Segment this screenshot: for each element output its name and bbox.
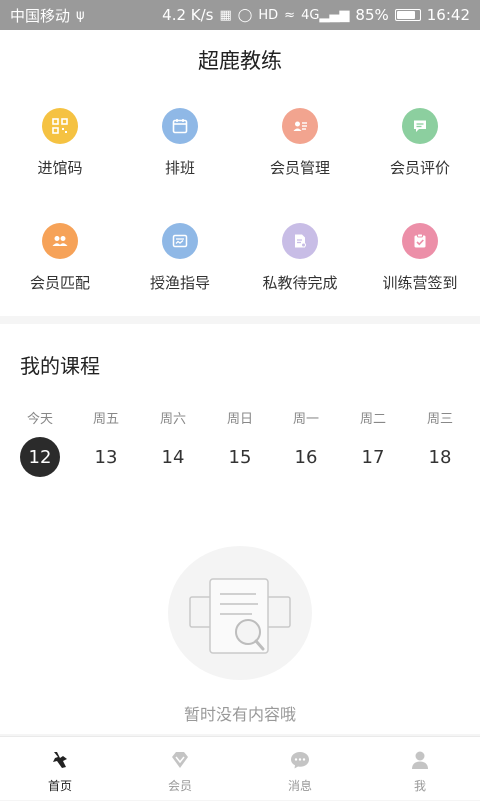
day-number: 14 xyxy=(161,446,185,468)
chat-icon xyxy=(291,752,309,769)
feature-label: 授渔指导 xyxy=(149,274,210,292)
status-bar: 中国移动 ψ 4.2 K/s ▦ ◯ HD ≈ 4G▂▄▆ 85% 16:42 xyxy=(0,0,480,30)
carrier-label: 中国移动 xyxy=(10,6,71,25)
battery-percent: 85% xyxy=(355,6,389,24)
day-name: 今天 xyxy=(26,412,53,427)
comment-icon xyxy=(402,108,438,144)
day-item[interactable]: 周六 14 xyxy=(143,408,203,477)
courses-panel: 我的课程 今天 12 周五 13 周六 14 周日 15 周一 16 周二 17… xyxy=(0,324,480,734)
hd-icon: HD xyxy=(258,7,279,23)
signal-icon: 4G▂▄▆ xyxy=(301,7,350,23)
feature-label: 排班 xyxy=(164,159,195,177)
empty-document-search-icon xyxy=(189,578,291,654)
page-title: 超鹿教练 xyxy=(198,49,282,73)
feature-pt-pending[interactable]: 私教待完成 xyxy=(240,223,360,293)
tab-home[interactable]: 首页 xyxy=(0,737,120,801)
day-item[interactable]: 周日 15 xyxy=(210,408,270,477)
tab-label: 消息 xyxy=(287,779,312,793)
usb-icon: ψ xyxy=(76,7,85,23)
feature-guidance[interactable]: 授渔指导 xyxy=(120,223,240,293)
tab-messages[interactable]: 消息 xyxy=(240,737,360,801)
bottom-tab-bar: 首页 会员 消息 我 xyxy=(0,736,480,800)
network-speed: 4.2 K/s xyxy=(162,6,214,24)
feature-label: 会员评价 xyxy=(389,159,450,177)
day-name: 周六 xyxy=(159,412,186,427)
alarm-icon: ◯ xyxy=(237,7,253,23)
feature-label: 会员管理 xyxy=(269,159,330,177)
calendar-icon xyxy=(162,108,198,144)
day-number: 17 xyxy=(361,446,385,468)
clock: 16:42 xyxy=(426,6,470,24)
tab-members[interactable]: 会员 xyxy=(120,737,240,801)
feature-panel: 超鹿教练 进馆码 排班 会员管理 会员评价 会员匹配 授渔指导 私教待完成 训练… xyxy=(0,30,480,316)
battery-icon xyxy=(394,9,421,21)
home-deer-icon xyxy=(53,752,67,768)
day-number: 18 xyxy=(428,446,452,468)
diamond-icon xyxy=(172,752,188,768)
day-number: 12 xyxy=(20,437,60,477)
day-number: 16 xyxy=(294,446,318,468)
qr-code-icon xyxy=(42,108,78,144)
person-icon xyxy=(412,751,428,769)
tab-label: 我 xyxy=(413,779,426,793)
day-name: 周三 xyxy=(426,412,453,427)
feature-schedule[interactable]: 排班 xyxy=(120,108,240,178)
document-icon xyxy=(282,223,318,259)
feature-member-review[interactable]: 会员评价 xyxy=(360,108,480,178)
day-item[interactable]: 周五 13 xyxy=(76,408,136,477)
wifi-icon: ≈ xyxy=(284,7,296,23)
member-card-icon xyxy=(282,108,318,144)
tab-profile[interactable]: 我 xyxy=(360,737,480,801)
feature-camp-checkin[interactable]: 训练营签到 xyxy=(360,223,480,293)
feature-label: 训练营签到 xyxy=(382,274,458,292)
day-item[interactable]: 周一 16 xyxy=(276,408,336,477)
day-name: 周日 xyxy=(226,412,253,427)
feature-member-match[interactable]: 会员匹配 xyxy=(0,223,120,293)
feature-entry-code[interactable]: 进馆码 xyxy=(0,108,120,178)
courses-title: 我的课程 xyxy=(20,354,100,378)
feature-member-management[interactable]: 会员管理 xyxy=(240,108,360,178)
day-name: 周一 xyxy=(292,412,319,427)
guide-card-icon xyxy=(162,223,198,259)
day-number: 15 xyxy=(228,446,252,468)
vibrate-icon: ▦ xyxy=(219,7,232,23)
users-icon xyxy=(42,223,78,259)
feature-label: 进馆码 xyxy=(37,159,83,177)
day-name: 周五 xyxy=(92,412,119,427)
feature-label: 私教待完成 xyxy=(262,274,338,292)
checkin-icon xyxy=(402,223,438,259)
day-number: 13 xyxy=(94,446,118,468)
tab-label: 会员 xyxy=(167,779,192,793)
day-name: 周二 xyxy=(359,412,386,427)
day-item[interactable]: 周二 17 xyxy=(343,408,403,477)
day-item-today[interactable]: 今天 12 xyxy=(10,408,70,477)
tab-label: 首页 xyxy=(47,779,72,793)
day-item[interactable]: 周三 18 xyxy=(410,408,470,477)
empty-state-message: 暂时没有内容哦 xyxy=(183,705,296,724)
empty-state-illustration xyxy=(168,546,312,680)
feature-label: 会员匹配 xyxy=(29,274,90,292)
